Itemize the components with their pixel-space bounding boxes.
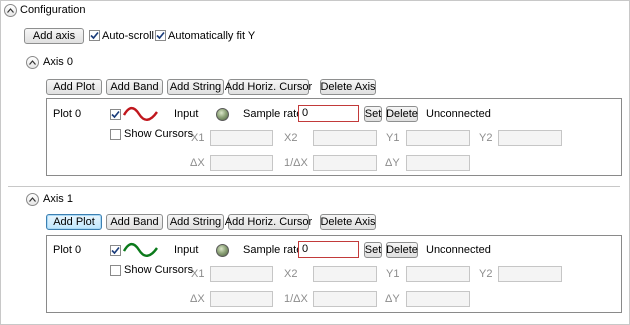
axis-0-title: Axis 0 — [43, 56, 73, 68]
sample-rate-input[interactable]: 0 — [298, 105, 359, 122]
auto-scroll-checkbox[interactable] — [89, 30, 100, 41]
delta-y-label: ΔY — [385, 293, 400, 305]
delta-x-field — [210, 291, 273, 307]
plot-enabled-checkbox[interactable] — [110, 245, 121, 256]
delta-y-field — [406, 155, 470, 171]
inverse-delta-x-label: 1/ΔX — [284, 157, 308, 169]
chevron-up-icon — [29, 197, 36, 202]
show-cursors-label: Show Cursors — [124, 128, 194, 140]
inverse-delta-x-label: 1/ΔX — [284, 293, 308, 305]
axis-0-add-cursor-button[interactable]: Add Horiz. Cursor — [225, 79, 312, 95]
connection-status: Unconnected — [426, 244, 491, 256]
axis-1-delete-axis-button[interactable]: Delete Axis — [320, 214, 376, 230]
show-cursors-label: Show Cursors — [124, 264, 194, 276]
y1-field — [406, 266, 470, 282]
set-button[interactable]: Set — [364, 242, 382, 258]
status-led-icon — [216, 244, 229, 257]
axis-0-add-band-button[interactable]: Add Band — [106, 79, 163, 95]
x1-label: X1 — [191, 268, 205, 280]
x1-label: X1 — [191, 132, 205, 144]
delete-plot-button[interactable]: Delete — [386, 242, 418, 258]
axis-1-title: Axis 1 — [43, 193, 73, 205]
auto-fit-y-checkbox[interactable] — [155, 30, 166, 41]
axis-1-add-cursor-button[interactable]: Add Horiz. Cursor — [225, 214, 312, 230]
configuration-collapse-button[interactable] — [4, 4, 17, 17]
plot-name: Plot 0 — [53, 108, 82, 120]
add-axis-button[interactable]: Add axis — [24, 28, 84, 44]
auto-scroll-label: Auto-scroll — [102, 30, 154, 42]
status-led-icon — [216, 108, 229, 121]
y2-label: Y2 — [479, 268, 493, 280]
delta-y-field — [406, 291, 470, 307]
set-button[interactable]: Set — [364, 106, 382, 122]
checkmark-icon — [111, 246, 120, 255]
y2-label: Y2 — [479, 132, 493, 144]
x1-field — [210, 130, 273, 146]
configuration-title: Configuration — [20, 4, 86, 16]
y2-field — [498, 266, 562, 282]
sine-wave-icon[interactable] — [123, 106, 159, 122]
checkmark-icon — [90, 31, 99, 40]
axis-0-add-plot-button[interactable]: Add Plot — [46, 79, 102, 95]
axis-1-add-band-button[interactable]: Add Band — [106, 214, 163, 230]
plot-name: Plot 0 — [53, 244, 82, 256]
connection-status: Unconnected — [426, 108, 491, 120]
inverse-delta-x-field — [313, 291, 377, 307]
sample-rate-label: Sample rate — [243, 244, 303, 256]
checkmark-icon — [156, 31, 165, 40]
checkmark-icon — [111, 110, 120, 119]
x1-field — [210, 266, 273, 282]
axis-1-collapse-button[interactable] — [26, 193, 39, 206]
x2-field — [313, 130, 377, 146]
y1-label: Y1 — [386, 132, 400, 144]
input-label: Input — [174, 244, 199, 256]
y2-field — [498, 130, 562, 146]
sample-rate-input[interactable]: 0 — [298, 241, 359, 258]
inverse-delta-x-field — [313, 155, 377, 171]
axis-separator — [8, 186, 620, 187]
chevron-up-icon — [7, 8, 14, 13]
y1-label: Y1 — [386, 268, 400, 280]
x2-label: X2 — [284, 132, 298, 144]
input-label: Input — [174, 108, 199, 120]
y1-field — [406, 130, 470, 146]
delta-x-label: ΔX — [190, 157, 205, 169]
axis-0-delete-axis-button[interactable]: Delete Axis — [320, 79, 376, 95]
delta-x-field — [210, 155, 273, 171]
delta-x-label: ΔX — [190, 293, 205, 305]
auto-fit-y-label: Automatically fit Y — [168, 30, 256, 42]
axis-1-add-string-button[interactable]: Add String — [167, 214, 224, 230]
axis-0-add-string-button[interactable]: Add String — [167, 79, 224, 95]
sample-rate-label: Sample rate — [243, 108, 303, 120]
axis-0-collapse-button[interactable] — [26, 56, 39, 69]
show-cursors-checkbox[interactable] — [110, 129, 121, 140]
delta-y-label: ΔY — [385, 157, 400, 169]
plot-enabled-checkbox[interactable] — [110, 109, 121, 120]
delete-plot-button[interactable]: Delete — [386, 106, 418, 122]
chevron-up-icon — [29, 60, 36, 65]
sine-wave-icon[interactable] — [123, 242, 159, 258]
x2-field — [313, 266, 377, 282]
show-cursors-checkbox[interactable] — [110, 265, 121, 276]
x2-label: X2 — [284, 268, 298, 280]
axis-1-add-plot-button[interactable]: Add Plot — [46, 214, 102, 230]
